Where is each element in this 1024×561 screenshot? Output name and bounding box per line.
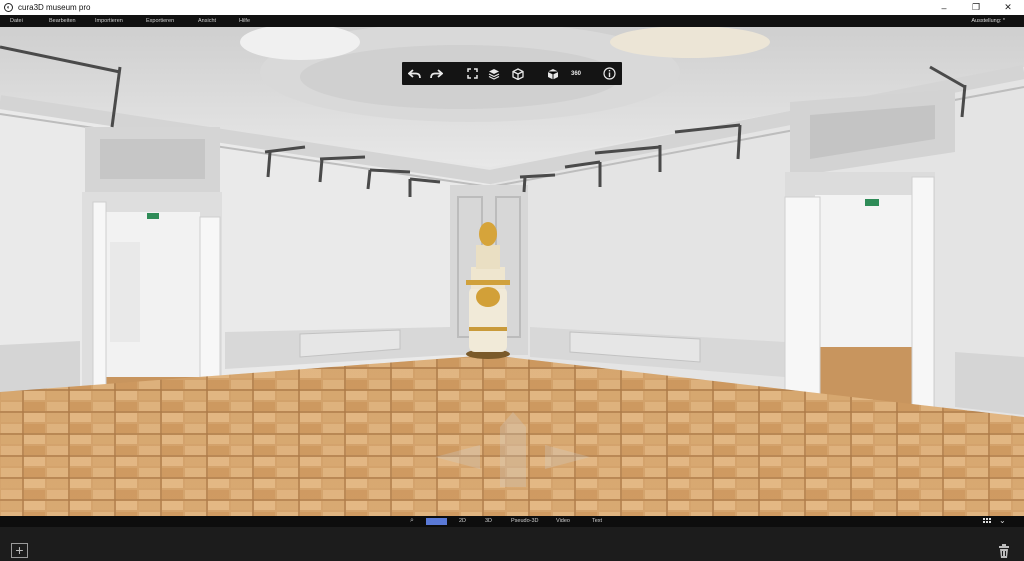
mode-tab-video[interactable]: Video: [556, 518, 570, 525]
info-icon[interactable]: [601, 66, 617, 81]
chevron-down-icon[interactable]: ⌄: [999, 516, 1006, 525]
undo-icon[interactable]: [406, 66, 422, 81]
object-icon[interactable]: [545, 66, 561, 81]
mode-tab-pano[interactable]: Pano: [426, 518, 447, 525]
gallery-room-scene: [0, 27, 1024, 516]
title-bar: ◐ cura3D museum pro – ❐ ✕: [0, 0, 1024, 15]
maximize-button[interactable]: ❐: [960, 0, 992, 15]
menu-bar: Datei Bearbeiten Importieren Exportieren…: [0, 15, 1024, 27]
mode-tab-2d[interactable]: 2D: [459, 518, 466, 525]
mode-tab-pseudo-3d[interactable]: Pseudo-3D: [511, 518, 539, 525]
menu-exportieren[interactable]: Exportieren: [146, 18, 174, 24]
menu-ansicht[interactable]: Ansicht: [198, 18, 216, 24]
redo-icon[interactable]: [428, 66, 444, 81]
menu-datei[interactable]: Datei: [10, 18, 23, 24]
view-toolbar: 360: [402, 62, 622, 85]
mode-tab-3d[interactable]: 3D: [485, 518, 492, 525]
menu-hilfe[interactable]: Hilfe: [239, 18, 250, 24]
minimize-button[interactable]: –: [928, 0, 960, 15]
exhibition-label: Ausstellung: *: [971, 18, 1005, 24]
search-icon[interactable]: ⌕: [410, 517, 414, 525]
window-controls: – ❐ ✕: [928, 0, 1024, 15]
menu-importieren[interactable]: Importieren: [95, 18, 123, 24]
bottom-panel: +: [0, 527, 1024, 561]
panorama-viewport[interactable]: 360: [0, 27, 1024, 516]
trash-icon[interactable]: [997, 543, 1011, 559]
close-button[interactable]: ✕: [992, 0, 1024, 15]
window-title: cura3D museum pro: [18, 3, 91, 12]
add-button[interactable]: +: [11, 543, 28, 558]
app-logo-icon: ◐: [4, 3, 13, 12]
fullscreen-icon[interactable]: [464, 66, 480, 81]
mode-tab-text[interactable]: Text: [592, 518, 602, 525]
menu-bearbeiten[interactable]: Bearbeiten: [49, 18, 76, 24]
view-mode-bar: ⌕ Pano 2D 3D Pseudo-3D Video Text ⌄: [0, 516, 1024, 527]
cube-icon[interactable]: [510, 66, 526, 81]
grid-view-icon[interactable]: [983, 518, 991, 525]
view-360-icon[interactable]: 360: [568, 66, 584, 81]
layers-icon[interactable]: [486, 66, 502, 81]
